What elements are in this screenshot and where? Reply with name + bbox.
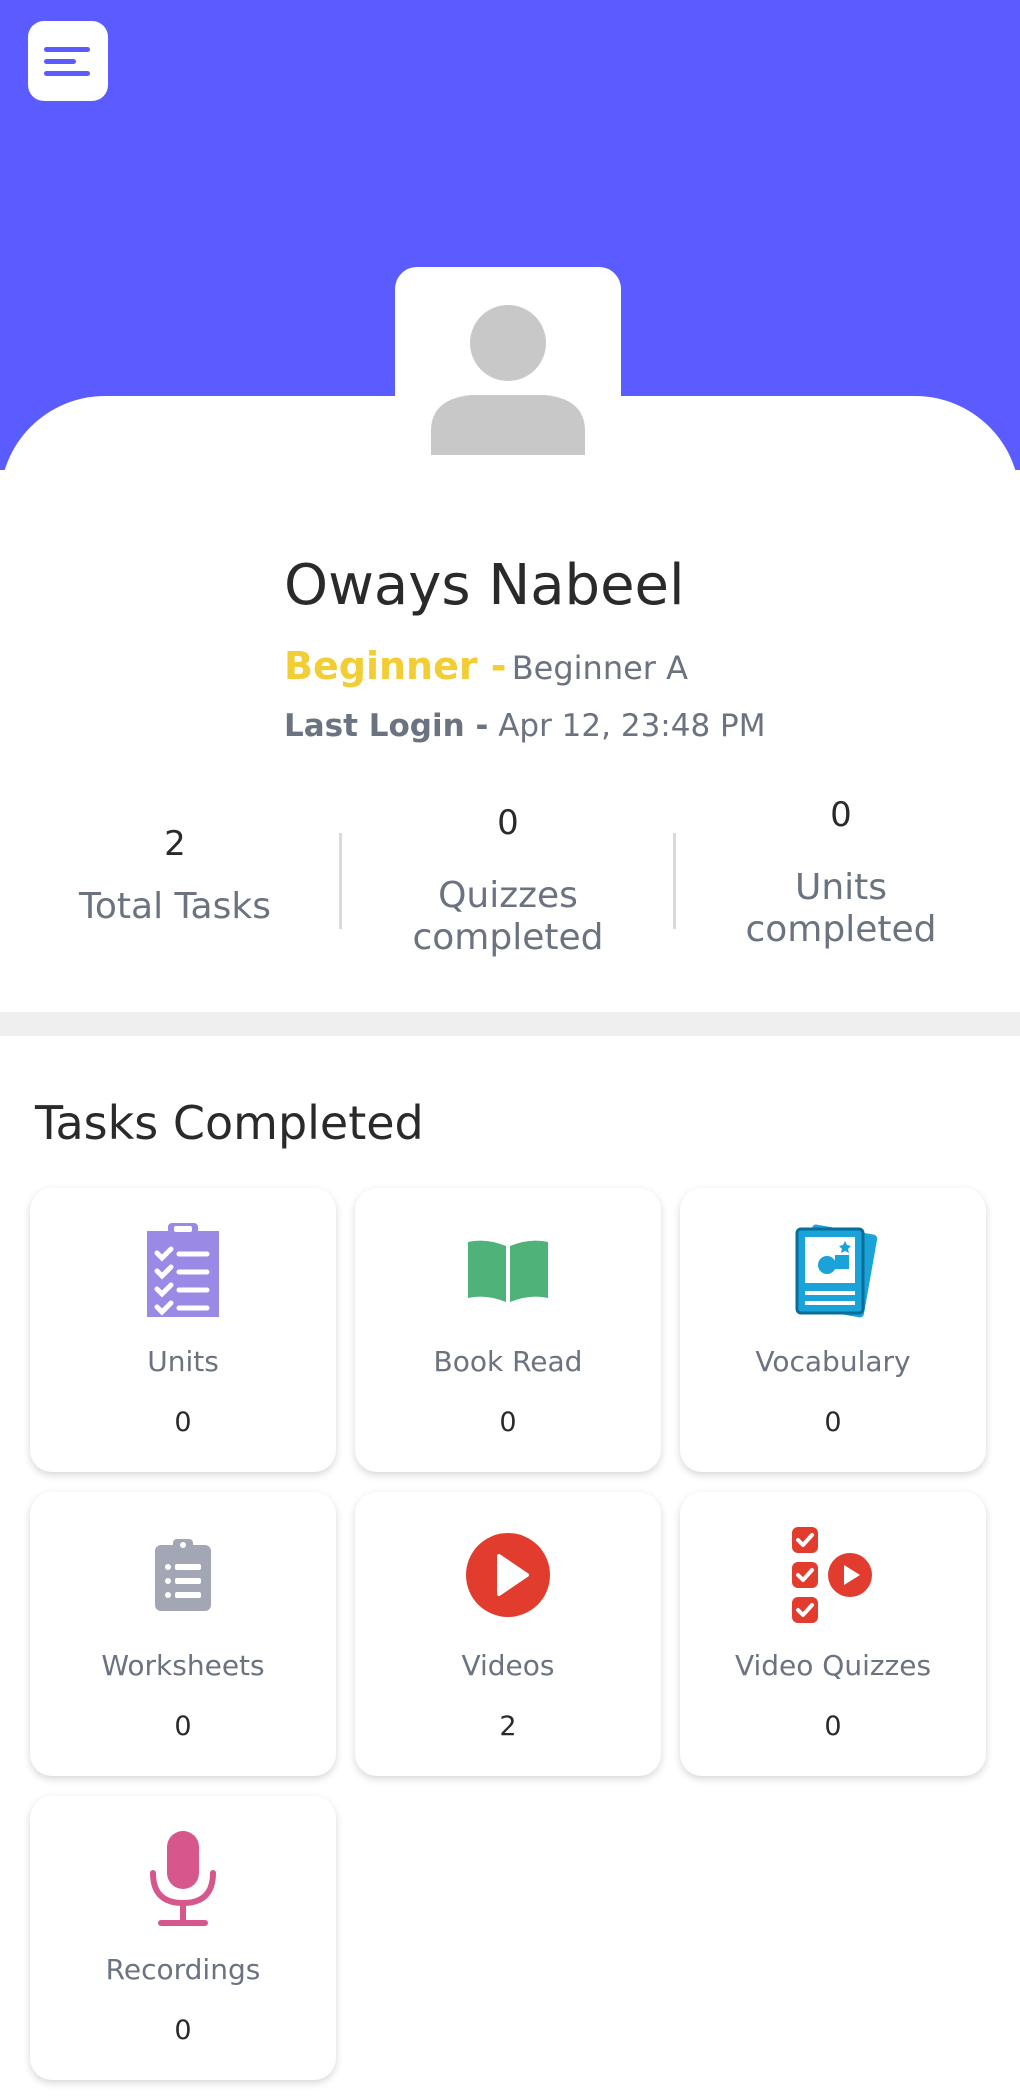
task-tile-label: Video Quizzes — [734, 1649, 932, 1682]
stat-label-line: Quizzes — [438, 875, 578, 916]
level-label: Beginner - — [284, 644, 507, 688]
task-tile-count: 0 — [174, 2015, 192, 2046]
task-tile-worksheets[interactable]: Worksheets 0 — [30, 1492, 336, 1776]
menu-button[interactable] — [28, 21, 108, 101]
section-separator — [0, 1012, 1020, 1036]
stat-label: Units completed — [691, 867, 991, 951]
task-tile-video-quizzes[interactable]: Video Quizzes 0 — [680, 1492, 986, 1776]
task-tile-label: Book Read — [433, 1345, 583, 1378]
stat-label-line: completed — [412, 917, 604, 958]
task-tile-count: 0 — [824, 1407, 842, 1438]
clipboard-checklist-icon — [147, 1223, 219, 1317]
task-tile-count: 0 — [499, 1407, 517, 1438]
sublevel-label: Beginner A — [511, 649, 688, 687]
task-tile-count: 0 — [824, 1711, 842, 1742]
task-tile-recordings[interactable]: Recordings 0 — [30, 1796, 336, 2080]
level-line: Beginner - Beginner A — [284, 642, 688, 698]
profile-name: Oways Nabeel — [284, 553, 685, 618]
flashcards-icon — [795, 1224, 878, 1318]
tasks-completed-title: Tasks Completed — [35, 1096, 424, 1150]
task-tile-label: Units — [147, 1345, 219, 1378]
stat-value: 0 — [830, 795, 852, 835]
stat-total-tasks: 2 Total Tasks — [25, 824, 325, 928]
stat-quizzes-completed: 0 Quizzes completed — [358, 803, 658, 959]
task-tile-videos[interactable]: Videos 2 — [355, 1492, 661, 1776]
stat-divider — [339, 833, 342, 929]
stat-label: Quizzes completed — [358, 875, 658, 959]
last-login-line: Last Login - Apr 12, 23:48 PM — [284, 704, 765, 748]
task-tile-label: Worksheets — [101, 1649, 265, 1682]
last-login-label: Last Login - — [284, 708, 489, 744]
stat-divider — [673, 833, 676, 929]
task-tile-book-read[interactable]: Book Read 0 — [355, 1188, 661, 1472]
stat-label-line: completed — [745, 909, 937, 950]
task-tile-count: 0 — [174, 1407, 192, 1438]
user-avatar-icon — [431, 305, 585, 455]
stat-units-completed: 0 Units completed — [691, 795, 991, 951]
stat-value: 0 — [497, 803, 519, 843]
stat-label: Total Tasks — [79, 886, 271, 927]
stat-label-line: Units — [794, 867, 888, 908]
microphone-icon — [150, 1831, 216, 1926]
task-tile-count: 0 — [174, 1711, 192, 1742]
stat-value: 2 — [164, 824, 186, 864]
checklist-play-icon — [792, 1527, 872, 1623]
task-tile-units[interactable]: Units 0 — [30, 1188, 336, 1472]
task-tile-label: Recordings — [105, 1953, 261, 1986]
last-login-value: Apr 12, 23:48 PM — [498, 708, 766, 744]
task-tile-vocabulary[interactable]: Vocabulary 0 — [680, 1188, 986, 1472]
avatar[interactable] — [395, 267, 621, 481]
open-book-icon — [468, 1240, 548, 1302]
task-tile-label: Vocabulary — [755, 1345, 911, 1378]
clipboard-list-icon — [155, 1539, 211, 1611]
task-tile-label: Videos — [461, 1649, 555, 1682]
task-tile-count: 2 — [499, 1711, 517, 1742]
play-circle-icon — [466, 1533, 550, 1617]
